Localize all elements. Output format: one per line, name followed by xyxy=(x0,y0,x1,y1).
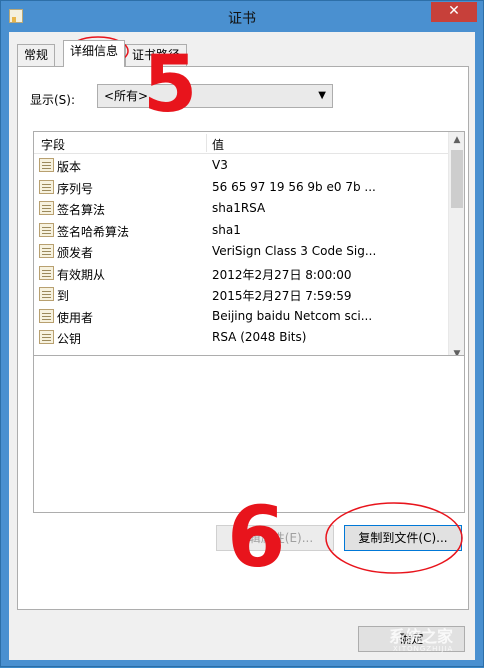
list-scrollbar[interactable]: ▲ ▼ xyxy=(448,132,464,362)
column-header-field[interactable]: 字段 xyxy=(41,136,65,153)
fields-list[interactable]: 字段 值 版本 V3 序列号 56 65 97 19 56 9b e0 7b .… xyxy=(33,131,465,363)
show-select-value: <所有> xyxy=(104,89,149,103)
table-row[interactable]: 公钥 RSA (2048 Bits) xyxy=(34,327,449,349)
close-button[interactable]: ✕ xyxy=(431,2,477,22)
table-row[interactable]: 颁发者 VeriSign Class 3 Code Sig... xyxy=(34,241,449,263)
field-icon xyxy=(39,158,54,172)
window-title: 证书 xyxy=(228,11,256,27)
row-value: RSA (2048 Bits) xyxy=(212,330,307,344)
row-value: VeriSign Class 3 Code Sig... xyxy=(212,244,377,258)
field-icon xyxy=(39,222,54,237)
field-icon xyxy=(39,201,54,215)
table-row[interactable]: 到 2015年2月27日 7:59:59 xyxy=(34,284,449,306)
field-icon xyxy=(39,179,54,194)
table-row[interactable]: 使用者 Beijing baidu Netcom sci... xyxy=(34,306,449,328)
tab-general[interactable]: 常规 xyxy=(17,44,56,66)
dialog-client: 常规 详细信息 证书路径 显示(S): <所有> ▼ 字段 值 版本 V3 序列… xyxy=(9,32,475,660)
field-icon xyxy=(39,330,54,344)
row-field: 使用者 xyxy=(57,310,94,325)
row-field: 序列号 xyxy=(57,181,94,196)
details-panel: 显示(S): <所有> ▼ 字段 值 版本 V3 序列号 56 65 97 19… xyxy=(17,66,469,610)
table-row[interactable]: 序列号 56 65 97 19 56 9b e0 7b ... xyxy=(34,177,449,199)
field-icon xyxy=(39,287,54,301)
tab-certification-path[interactable]: 证书路径 xyxy=(125,44,188,66)
show-select[interactable]: <所有> ▼ xyxy=(97,84,333,108)
row-value: sha1 xyxy=(212,222,241,237)
table-row[interactable]: 版本 V3 xyxy=(34,155,449,177)
table-row[interactable]: 签名哈希算法 sha1 xyxy=(34,220,449,242)
field-icon xyxy=(39,265,54,280)
show-label: 显示(S): xyxy=(30,93,76,107)
scroll-thumb[interactable] xyxy=(451,150,463,208)
site-watermark: 系统之家 XITONGZHIJIA xyxy=(389,623,481,659)
title-bar[interactable]: 证书 ✕ xyxy=(1,1,483,31)
list-rows: 版本 V3 序列号 56 65 97 19 56 9b e0 7b ... 签名… xyxy=(34,155,449,349)
row-field: 有效期从 xyxy=(57,267,106,282)
row-value: 2012年2月27日 8:00:00 xyxy=(212,267,352,282)
column-separator[interactable] xyxy=(206,134,207,152)
field-detail-box[interactable] xyxy=(33,355,465,513)
row-value: V3 xyxy=(212,158,228,172)
row-field: 到 xyxy=(57,289,70,303)
edit-properties-button[interactable]: 编辑属性(E)... xyxy=(216,525,334,551)
certificate-window: 证书 ✕ 常规 详细信息 证书路径 显示(S): <所有> ▼ 字段 值 版本 … xyxy=(0,0,484,667)
chevron-down-icon: ▼ xyxy=(318,90,326,101)
table-row[interactable]: 签名算法 sha1RSA xyxy=(34,198,449,220)
row-value: sha1RSA xyxy=(212,201,266,215)
field-icon xyxy=(39,244,54,258)
column-header-value[interactable]: 值 xyxy=(212,136,224,153)
field-icon xyxy=(39,308,54,323)
list-header: 字段 值 xyxy=(34,132,449,154)
tab-details[interactable]: 详细信息 xyxy=(63,40,126,67)
row-field: 版本 xyxy=(57,160,82,174)
row-field: 签名算法 xyxy=(57,203,106,217)
row-field: 颁发者 xyxy=(57,246,94,260)
watermark-text: 系统之家 xyxy=(389,627,454,646)
copy-to-file-button[interactable]: 复制到文件(C)... xyxy=(344,525,462,551)
row-value: 56 65 97 19 56 9b e0 7b ... xyxy=(212,179,376,194)
row-field: 公钥 xyxy=(57,332,82,346)
watermark-subtext: XITONGZHIJIA xyxy=(393,645,454,653)
table-row[interactable]: 有效期从 2012年2月27日 8:00:00 xyxy=(34,263,449,285)
row-value: Beijing baidu Netcom sci... xyxy=(212,308,373,323)
row-value: 2015年2月27日 7:59:59 xyxy=(212,289,352,303)
scroll-up-arrow-icon[interactable]: ▲ xyxy=(449,132,464,148)
row-field: 签名哈希算法 xyxy=(57,224,130,239)
